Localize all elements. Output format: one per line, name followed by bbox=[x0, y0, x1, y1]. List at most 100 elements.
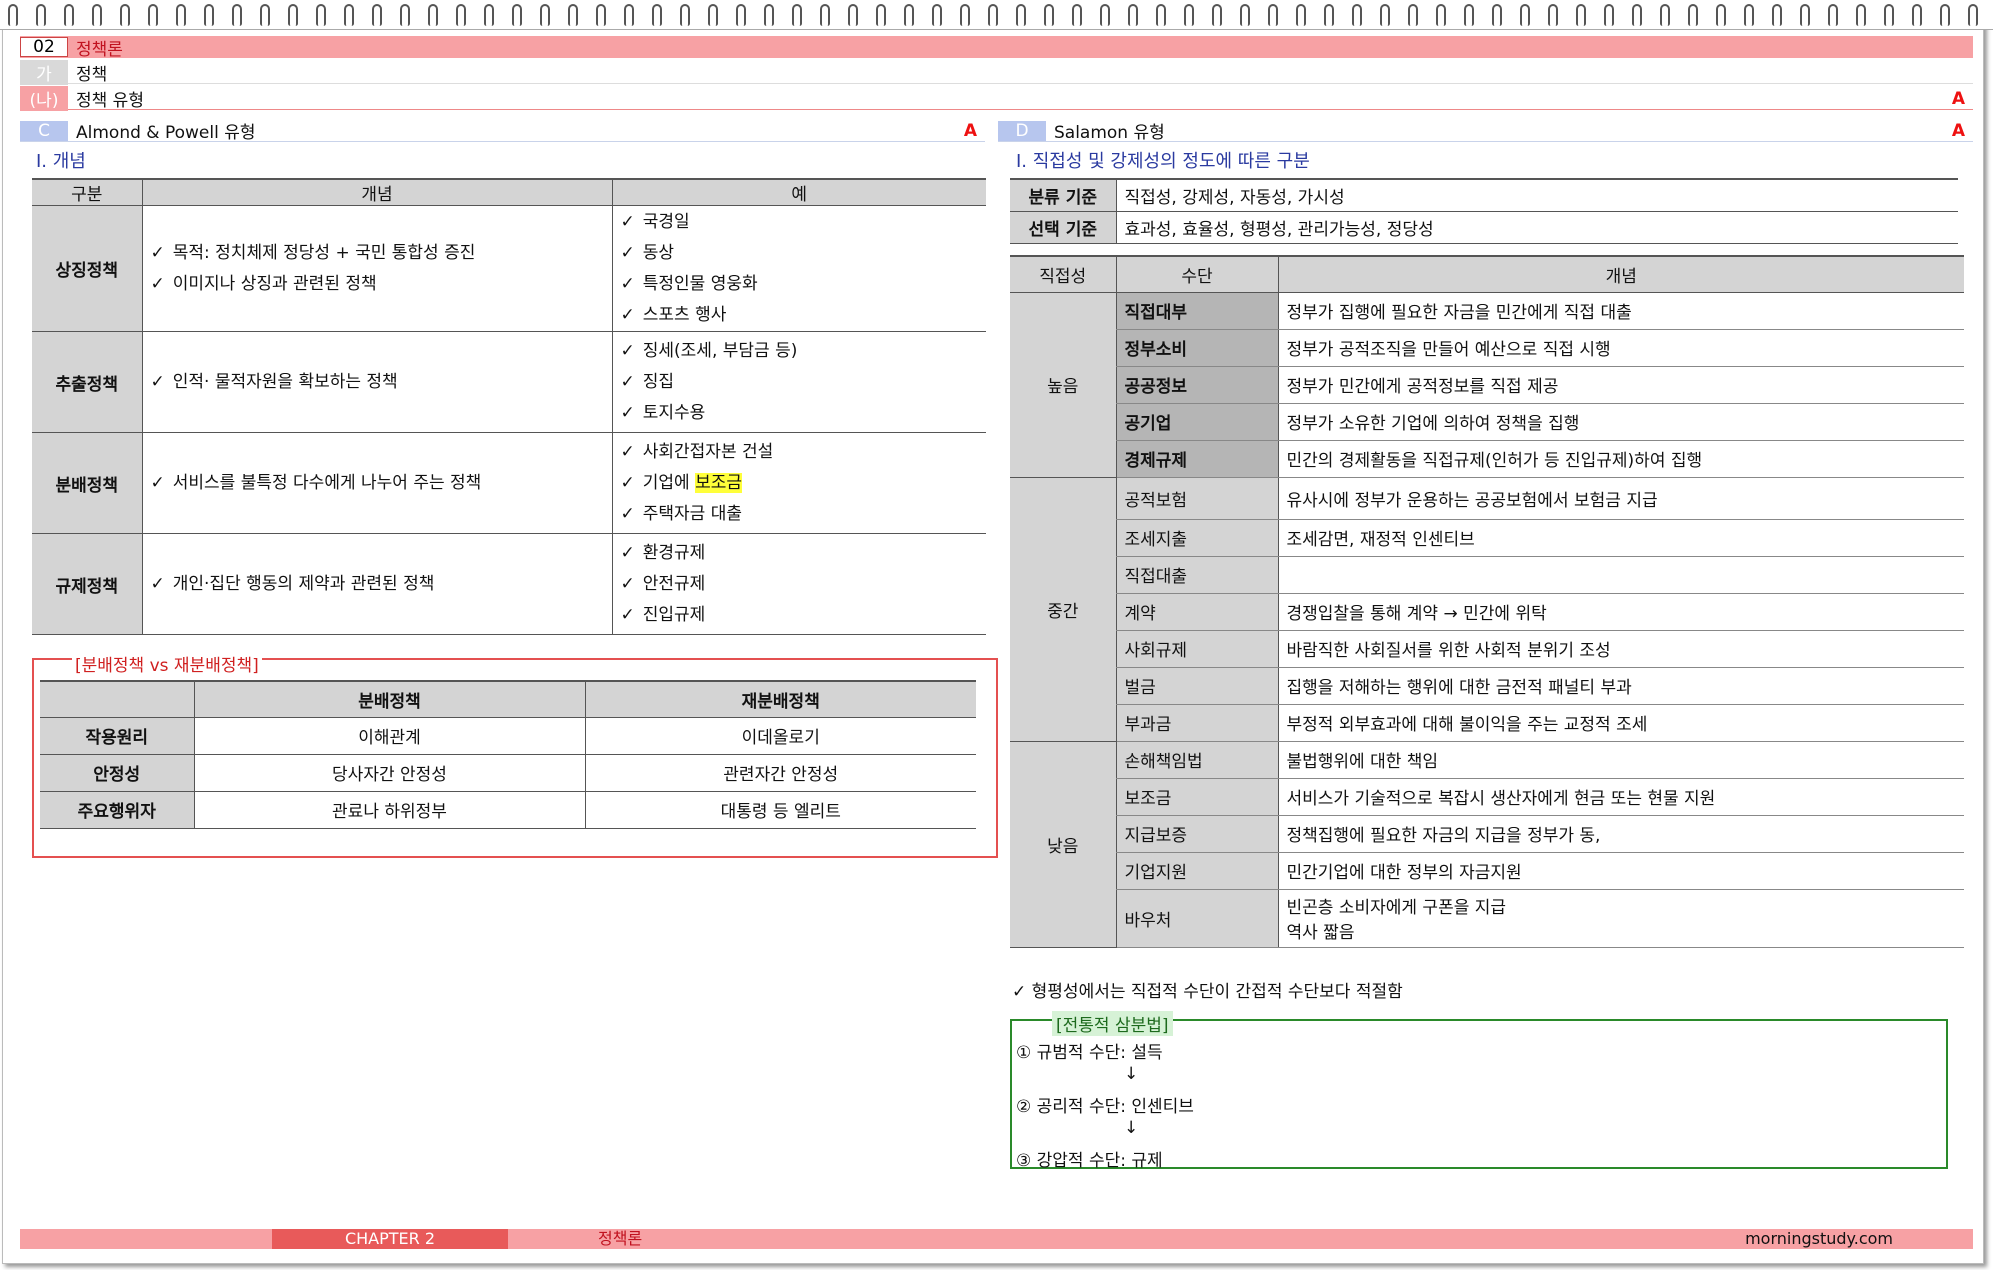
spiral-ring bbox=[960, 4, 970, 26]
down-arrow-icon: ↓ bbox=[1124, 1118, 1139, 1138]
concept-cell: 빈곤층 소비자에게 구폰을 지급 역사 짧음 bbox=[1277, 889, 1964, 948]
table-row: 추출정책 인적· 물적자원을 확보하는 정책 징세(조세, 부담금 등) 징집 … bbox=[32, 331, 986, 433]
check-item: 토지수용 bbox=[621, 398, 979, 429]
table-cell: 관료나 하위정부 bbox=[193, 791, 585, 829]
table-row: 상징정책 목적: 정치체제 정당성 + 국민 통합성 증진 이미지나 상징과 관… bbox=[32, 205, 986, 332]
spiral-ring bbox=[1240, 4, 1250, 26]
means-cell: 지급보증 bbox=[1115, 815, 1278, 853]
check-item: 서비스를 불특정 다수에게 나누어 주는 정책 bbox=[151, 468, 604, 499]
spiral-ring bbox=[484, 4, 494, 26]
spiral-ring bbox=[1492, 4, 1502, 26]
example-cell: 사회간접자본 건설 기업에 보조금 주택자금 대출 bbox=[611, 432, 986, 534]
column-header: 직접성 bbox=[1010, 255, 1116, 293]
table-row: 낮음 손해책임법 불법행위에 대한 책임 bbox=[1010, 741, 1964, 948]
spiral-ring bbox=[1772, 4, 1782, 26]
left-heading: Ⅰ. 개념 bbox=[36, 151, 86, 172]
table-row: 벌금 집행을 저해하는 행위에 대한 금전적 패널티 부과 bbox=[1010, 667, 1964, 705]
left-section-tag: C bbox=[20, 120, 68, 141]
means-cell: 계약 bbox=[1115, 593, 1278, 631]
means-cell: 부과금 bbox=[1115, 704, 1278, 742]
spiral-ring bbox=[540, 4, 550, 26]
row-label: 분류 기준 bbox=[1010, 178, 1117, 212]
table-row: 경제규제 민간의 경제활동을 직접규제(인허가 등 진입규제)하여 집행 bbox=[1010, 440, 1964, 478]
column-header: 구분 bbox=[32, 178, 142, 206]
table-row: 조세지출 조세감면, 재정적 인센티브 bbox=[1010, 519, 1964, 557]
spiral-ring bbox=[1184, 4, 1194, 26]
check-item: 이미지나 상징과 관련된 정책 bbox=[151, 269, 604, 300]
spiral-ring bbox=[932, 4, 942, 26]
means-cell: 직접대출 bbox=[1115, 556, 1278, 594]
footer-chapter: CHAPTER 2 bbox=[272, 1229, 508, 1249]
spiral-ring bbox=[148, 4, 158, 26]
check-item: 동상 bbox=[621, 238, 979, 269]
check-item: 스포츠 행사 bbox=[621, 300, 979, 331]
table-row: 중간 공적보험 유사시에 정부가 운용하는 공공보험에서 보험금 지급 bbox=[1010, 477, 1964, 742]
spiral-ring bbox=[1884, 4, 1894, 26]
table-row: 공기업 정부가 소유한 기업에 의하여 정책을 집행 bbox=[1010, 403, 1964, 441]
check-item: 진입규제 bbox=[621, 600, 979, 631]
means-cell: 공적보험 bbox=[1115, 477, 1278, 520]
table-row: 높음 직접대부 정부가 집행에 필요한 자금을 민간에게 직접 대출 bbox=[1010, 292, 1964, 478]
spiral-ring bbox=[120, 4, 130, 26]
column-header: 수단 bbox=[1115, 255, 1278, 293]
note-line: ✓ 형평성에서는 직접적 수단이 간접적 수단보다 적절함 bbox=[1012, 977, 1403, 1002]
table-cell: 관련자간 안정성 bbox=[584, 754, 976, 792]
note-text: 형평성에서는 직접적 수단이 간접적 수단보다 적절함 bbox=[1031, 982, 1403, 1002]
chapter-number: 02 bbox=[20, 37, 68, 57]
column-header: 개념 bbox=[141, 178, 612, 206]
concept-cell: 부정적 외부효과에 대해 불이익을 주는 교정적 조세 bbox=[1277, 704, 1964, 742]
table-cell: 이데올로기 bbox=[584, 717, 976, 755]
spiral-binding bbox=[0, 0, 1993, 30]
spiral-ring bbox=[36, 4, 46, 26]
table-row: 주요행위자 관료나 하위정부 대통령 등 엘리트 bbox=[40, 791, 976, 829]
footer-site[interactable]: morningstudy.com bbox=[1745, 1229, 1893, 1249]
section-title: 정책 bbox=[76, 65, 108, 85]
concept-cell: 서비스가 기술적으로 복잡시 생산자에게 현금 또는 현물 지원 bbox=[1277, 778, 1964, 816]
means-cell: 바우처 bbox=[1115, 889, 1278, 948]
table-row: 안정성 당사자간 안정성 관련자간 안정성 bbox=[40, 754, 976, 792]
spiral-ring bbox=[1520, 4, 1530, 26]
trad-line: ② 공리적 수단: 인센티브 bbox=[1016, 1097, 1194, 1117]
spiral-ring bbox=[1548, 4, 1558, 26]
means-cell: 보조금 bbox=[1115, 778, 1278, 816]
means-cell: 공기업 bbox=[1115, 403, 1278, 441]
group-label: 낮음 bbox=[1010, 741, 1116, 948]
concept-cell: 정부가 소유한 기업에 의하여 정책을 집행 bbox=[1277, 403, 1964, 441]
left-grade-badge: A bbox=[963, 120, 977, 141]
table-header-row: 구분 개념 예 bbox=[32, 178, 986, 206]
table-row: 선택 기준 효과성, 효율성, 형평성, 관리가능성, 정당성 bbox=[1010, 211, 1958, 244]
subsection-tag: (나) bbox=[20, 86, 68, 111]
check-item: 안전규제 bbox=[621, 569, 979, 600]
right-grade-badge: A bbox=[1951, 120, 1965, 141]
spiral-ring bbox=[1828, 4, 1838, 26]
group-label: 높음 bbox=[1010, 292, 1116, 478]
spiral-ring bbox=[1604, 4, 1614, 26]
spiral-ring bbox=[1072, 4, 1082, 26]
spiral-ring bbox=[680, 4, 690, 26]
concept-cell: 유사시에 정부가 운용하는 공공보험에서 보험금 지급 bbox=[1277, 477, 1964, 520]
spiral-ring bbox=[64, 4, 74, 26]
table-cell: 효과성, 효율성, 형평성, 관리가능성, 정당성 bbox=[1116, 211, 1958, 244]
spiral-ring bbox=[316, 4, 326, 26]
column-header: 재분배정책 bbox=[584, 680, 976, 718]
subsection-title: 정책 유형 bbox=[76, 91, 144, 111]
spiral-ring bbox=[1576, 4, 1586, 26]
spiral-ring bbox=[876, 4, 886, 26]
spiral-ring bbox=[1296, 4, 1306, 26]
grade-badge: A bbox=[1951, 88, 1965, 109]
spiral-ring bbox=[1352, 4, 1362, 26]
table-cell: 이해관계 bbox=[193, 717, 585, 755]
spiral-ring bbox=[1940, 4, 1950, 26]
criteria-table: 분류 기준 직접성, 강제성, 자동성, 가시성 선택 기준 효과성, 효율성,… bbox=[1010, 178, 1958, 244]
spiral-ring bbox=[624, 4, 634, 26]
spiral-ring bbox=[1800, 4, 1810, 26]
traditional-box-title: [전통적 삼분법] bbox=[1052, 1011, 1173, 1036]
trad-line: ③ 강압적 수단: 규제 bbox=[1016, 1151, 1163, 1171]
concept-cell: 목적: 정치체제 정당성 + 국민 통합성 증진 이미지나 상징과 관련된 정책 bbox=[141, 205, 612, 332]
concept-cell: 바람직한 사회질서를 위한 사회적 분위기 조성 bbox=[1277, 630, 1964, 668]
spiral-ring bbox=[176, 4, 186, 26]
concept-cell: 인적· 물적자원을 확보하는 정책 bbox=[141, 331, 612, 433]
down-arrow-icon: ↓ bbox=[1124, 1064, 1139, 1084]
example-cell: 징세(조세, 부담금 등) 징집 토지수용 bbox=[611, 331, 986, 433]
check-item: 목적: 정치체제 정당성 + 국민 통합성 증진 bbox=[151, 238, 604, 269]
